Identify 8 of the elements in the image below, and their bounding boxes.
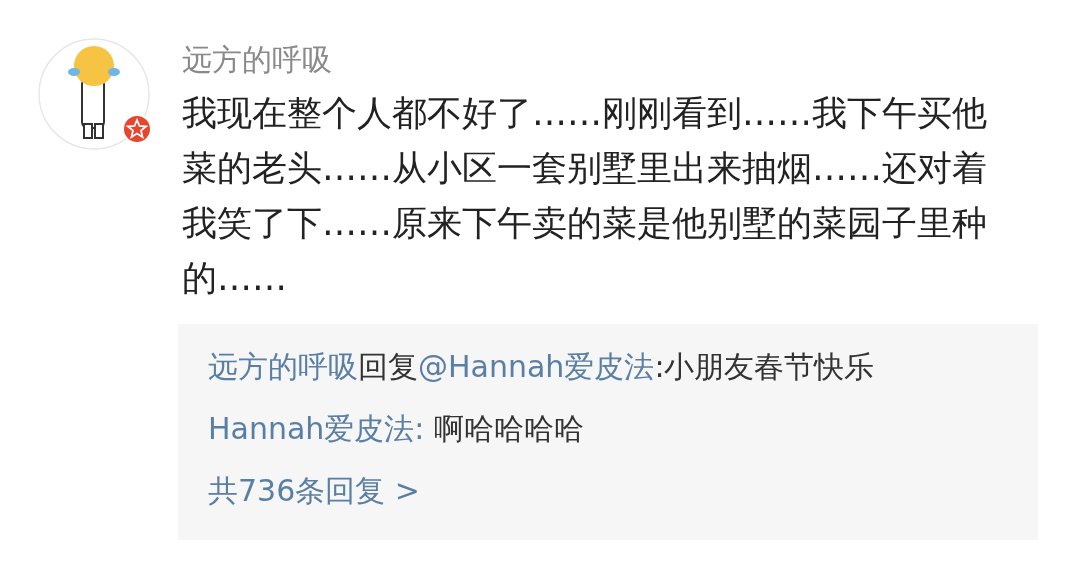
user-link[interactable]: @Hannah爱皮法: [418, 349, 655, 384]
more-replies-link[interactable]: 共736条回复 >: [208, 462, 420, 520]
comment-text: 我现在整个人都不好了……刚刚看到……我下午买他菜的老头……从小区一套别墅里出来抽烟……还对着我笑了下……原来下午卖的菜是他别墅的菜园子里种的……: [182, 92, 988, 300]
user-link[interactable]: 远方的呼吸: [208, 349, 358, 384]
reply-text: 远方的呼吸回复@Hannah爱皮法:小朋友春节快乐: [208, 348, 876, 386]
author-name[interactable]: 远方的呼吸: [182, 38, 1044, 82]
user-link[interactable]: Hannah爱皮法:: [208, 411, 425, 446]
reply-text: Hannah爱皮法: 啊哈哈哈哈: [208, 410, 586, 448]
